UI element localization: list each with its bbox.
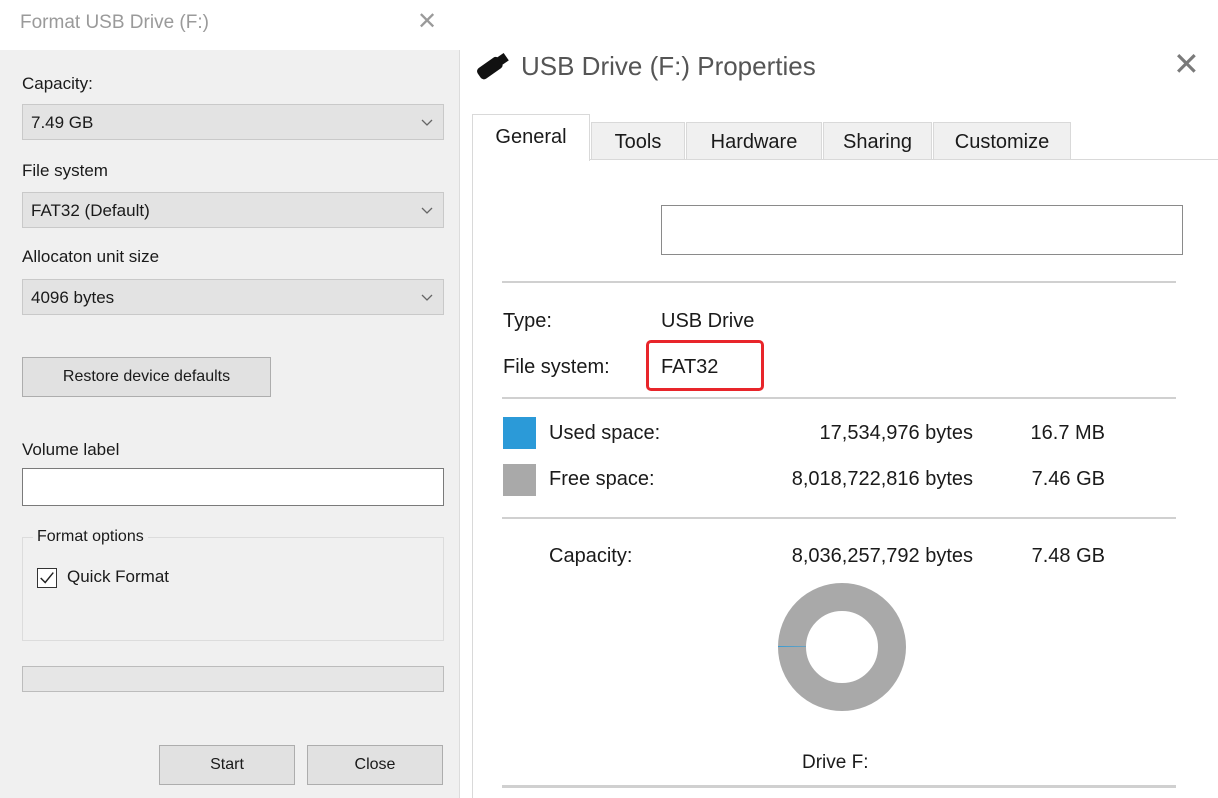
chevron-down-icon: [421, 294, 433, 301]
capacity-bytes: 8,036,257,792 bytes: [791, 545, 973, 567]
file-system-label: File system:: [503, 356, 610, 378]
format-dialog: Format USB Drive (F:) ✕ Capacity: 7.49 G…: [0, 0, 460, 798]
used-space-bytes: 17,534,976 bytes: [819, 422, 973, 444]
tab-tools[interactable]: Tools: [591, 122, 685, 160]
restore-defaults-button[interactable]: Restore device defaults: [22, 357, 271, 397]
file-system-value: FAT32 (Default): [31, 201, 150, 220]
format-dialog-title: Format USB Drive (F:): [20, 12, 209, 33]
file-system-select[interactable]: FAT32 (Default): [22, 192, 444, 228]
tab-hardware[interactable]: Hardware: [686, 122, 822, 160]
type-value: USB Drive: [661, 310, 755, 332]
separator: [502, 397, 1176, 399]
close-icon[interactable]: ✕: [417, 10, 437, 34]
used-space-swatch: [503, 417, 536, 449]
close-icon[interactable]: ✕: [1173, 48, 1200, 80]
checkmark-icon: [40, 572, 54, 584]
free-space-bytes: 8,018,722,816 bytes: [791, 468, 973, 490]
tab-sharing[interactable]: Sharing: [823, 122, 932, 160]
separator: [502, 785, 1176, 788]
free-space-label: Free space:: [549, 468, 655, 490]
separator: [502, 281, 1176, 283]
allocation-unit-label: Allocaton unit size: [22, 247, 160, 266]
tab-general[interactable]: General: [472, 114, 590, 161]
usb-drive-icon: [477, 52, 509, 80]
volume-label-label: Volume label: [22, 440, 120, 459]
properties-title: USB Drive (F:) Properties: [521, 51, 816, 81]
allocation-unit-value: 4096 bytes: [31, 288, 115, 307]
quick-format-label: Quick Format: [67, 567, 170, 586]
disk-usage-donut: [778, 583, 906, 711]
capacity-label: Capacity:: [549, 545, 633, 567]
chevron-down-icon: [421, 207, 433, 214]
format-options-label: Format options: [33, 528, 148, 546]
file-system-label: File system: [22, 161, 108, 180]
allocation-unit-select[interactable]: 4096 bytes: [22, 279, 444, 315]
close-button[interactable]: Close: [307, 745, 443, 785]
drive-label: Drive F:: [802, 752, 869, 773]
used-space-size: 16.7 MB: [1030, 422, 1105, 444]
properties-dialog: USB Drive (F:) Properties ✕ General Tool…: [461, 0, 1218, 798]
separator: [502, 517, 1176, 519]
used-space-label: Used space:: [549, 422, 661, 444]
free-space-size: 7.46 GB: [1031, 468, 1105, 490]
chevron-down-icon: [421, 119, 433, 126]
file-system-highlight: [646, 340, 764, 391]
quick-format-checkbox[interactable]: [37, 568, 57, 588]
start-button[interactable]: Start: [159, 745, 295, 785]
type-label: Type:: [503, 310, 552, 332]
format-progress-bar: [22, 666, 444, 692]
drive-name-input[interactable]: [661, 205, 1183, 255]
capacity-size: 7.48 GB: [1031, 545, 1105, 567]
capacity-label: Capacity:: [22, 74, 93, 93]
volume-label-input[interactable]: [22, 468, 444, 506]
capacity-value: 7.49 GB: [31, 113, 94, 132]
format-titlebar: Format USB Drive (F:) ✕: [0, 0, 460, 50]
capacity-select[interactable]: 7.49 GB: [22, 104, 444, 140]
free-space-ring: [778, 583, 906, 711]
format-options-group: Format options Quick Format: [22, 528, 444, 641]
tab-customize[interactable]: Customize: [933, 122, 1071, 160]
free-space-swatch: [503, 464, 536, 496]
